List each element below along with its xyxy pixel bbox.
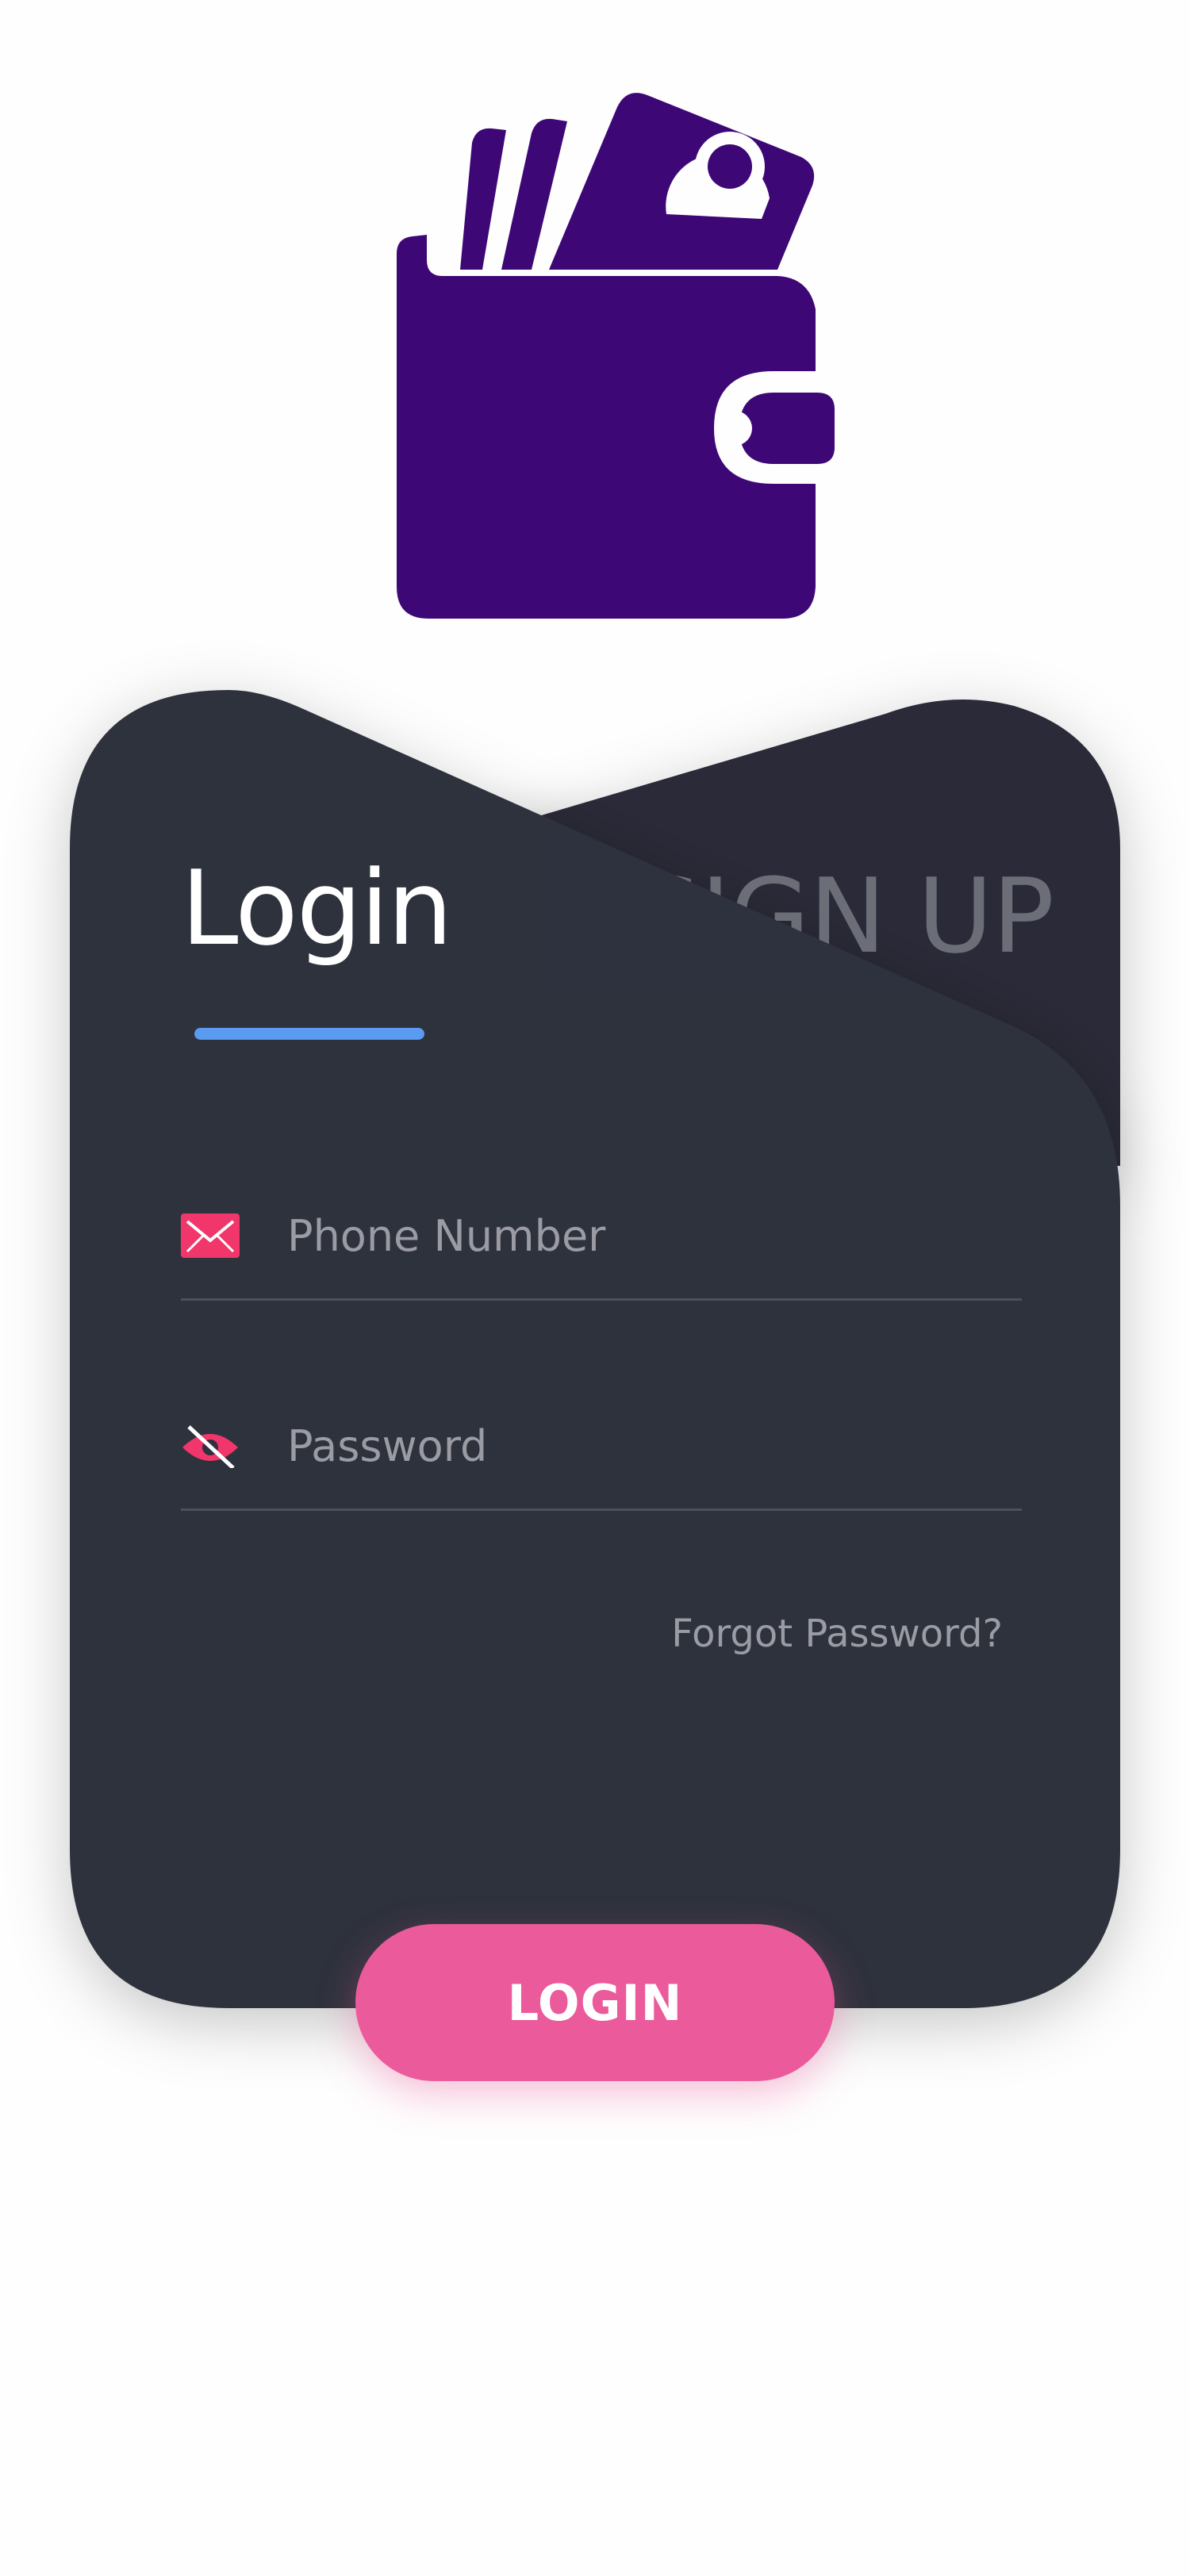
eye-off-icon[interactable] xyxy=(181,1424,240,1468)
active-tab-underline xyxy=(194,1028,424,1040)
tab-signup-area[interactable]: SIGN UP xyxy=(546,833,1061,991)
password-field-underline xyxy=(181,1508,1022,1511)
login-screen: SIGN UP Login F xyxy=(0,0,1190,2576)
login-card: SIGN UP Login F xyxy=(70,690,1120,2008)
wallet-logo-icon xyxy=(397,93,835,619)
phone-number-input[interactable] xyxy=(287,1204,1001,1267)
tab-login[interactable]: Login xyxy=(181,857,453,960)
card-fold-overlay xyxy=(546,833,935,991)
envelope-icon xyxy=(181,1213,240,1258)
password-field xyxy=(181,1400,1022,1511)
phone-field-underline xyxy=(181,1298,1022,1301)
login-button[interactable]: LOGIN xyxy=(355,1924,835,2081)
password-input[interactable] xyxy=(287,1414,1001,1478)
forgot-password-link[interactable]: Forgot Password? xyxy=(671,1612,1003,1656)
phone-field xyxy=(181,1190,1022,1301)
